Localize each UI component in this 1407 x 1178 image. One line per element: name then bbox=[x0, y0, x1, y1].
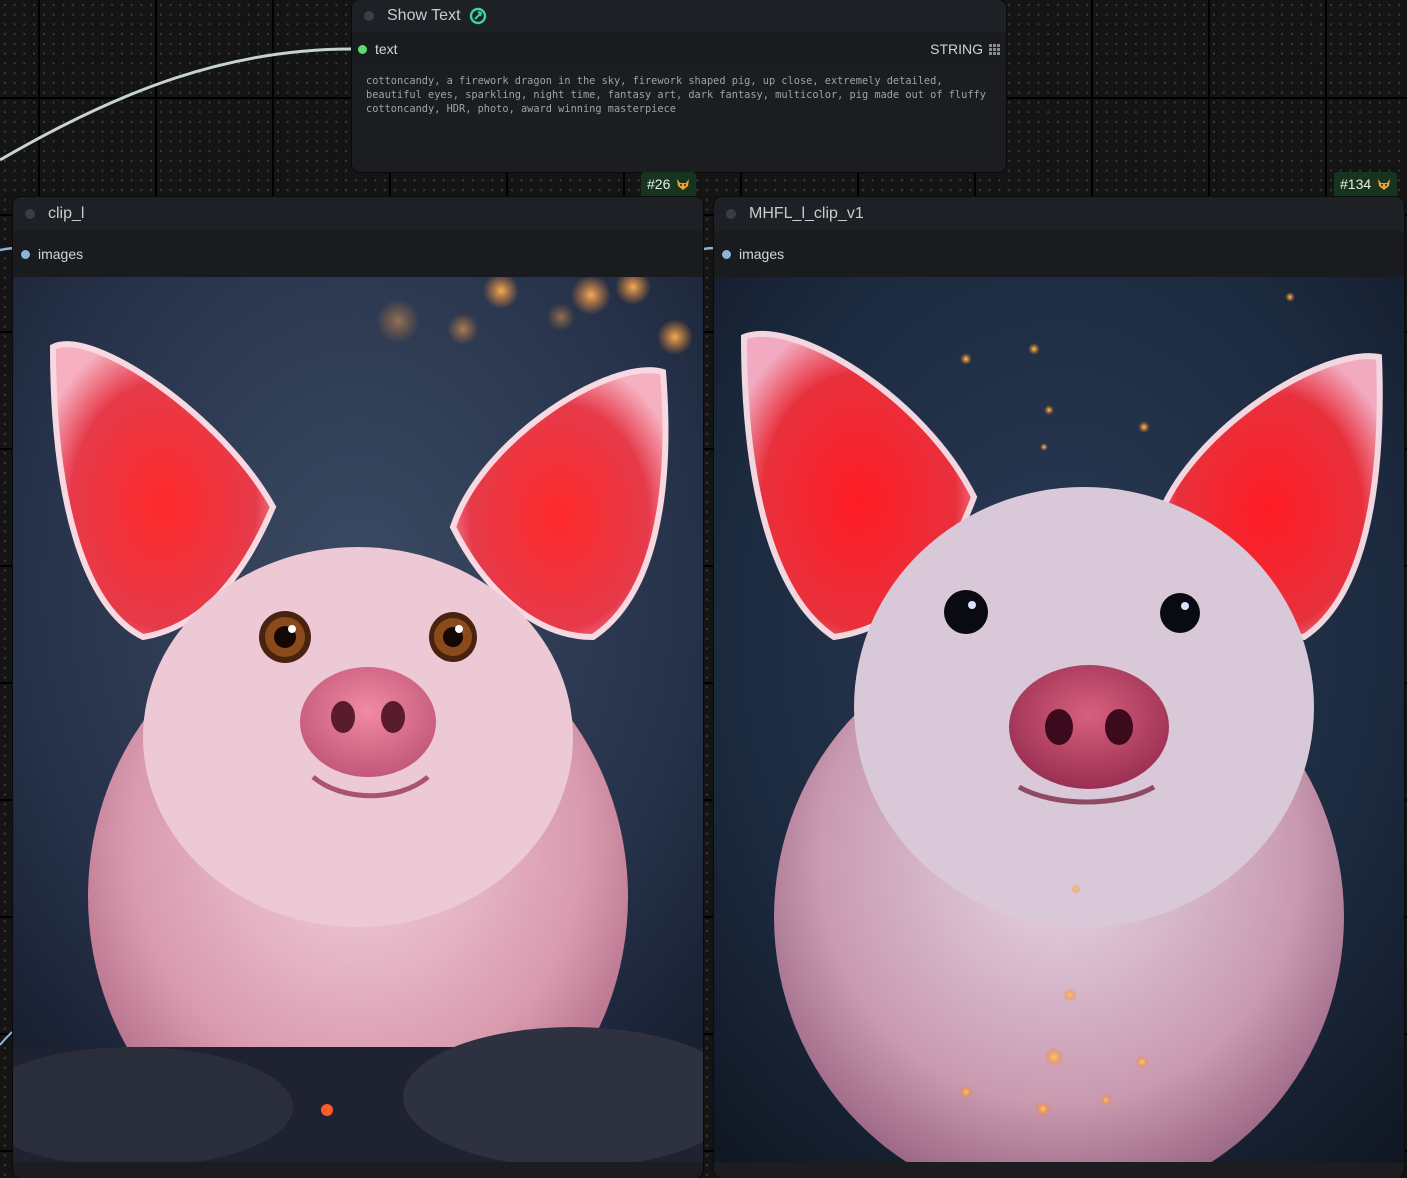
show-text-content[interactable]: cottoncandy, a firework dragon in the sk… bbox=[366, 74, 994, 164]
fox-icon bbox=[677, 179, 690, 190]
images-input-row: images bbox=[714, 231, 1404, 277]
text-input-socket[interactable] bbox=[358, 44, 367, 54]
fox-icon bbox=[1378, 179, 1391, 190]
images-input-label: images bbox=[739, 246, 785, 262]
string-output-type: STRING bbox=[930, 41, 1000, 57]
text-input-label: text bbox=[375, 41, 398, 57]
preview-node-title: clip_l bbox=[48, 205, 85, 222]
preview-node-header[interactable]: MHFL_l_clip_v1 bbox=[714, 197, 1404, 231]
preview-image[interactable] bbox=[13, 277, 703, 1162]
show-text-node-title: Show Text bbox=[387, 7, 461, 24]
text-input-row: text STRING bbox=[352, 32, 1006, 66]
pig-image-left bbox=[13, 277, 703, 1162]
node-id-label: #134 bbox=[1340, 176, 1372, 192]
grip-icon[interactable] bbox=[989, 43, 1000, 55]
collapse-dot-icon[interactable] bbox=[25, 209, 35, 219]
images-input-socket[interactable] bbox=[722, 249, 731, 259]
show-text-node[interactable]: Show Text text STRING cottoncandy, a fir… bbox=[352, 0, 1006, 172]
show-text-node-header[interactable]: Show Text bbox=[352, 0, 1006, 32]
images-input-label: images bbox=[38, 246, 84, 262]
preview-image[interactable] bbox=[714, 277, 1404, 1162]
pig-image-right bbox=[714, 277, 1404, 1162]
string-type-label: STRING bbox=[930, 41, 983, 57]
node-id-tag-26: #26 bbox=[641, 172, 697, 196]
preview-node-title: MHFL_l_clip_v1 bbox=[749, 205, 864, 222]
link-badge-icon bbox=[469, 7, 486, 25]
preview-image-node-left[interactable]: clip_l images bbox=[13, 197, 703, 1178]
collapse-dot-icon[interactable] bbox=[364, 11, 374, 21]
preview-node-header[interactable]: clip_l bbox=[13, 197, 703, 231]
images-input-socket[interactable] bbox=[21, 249, 30, 259]
images-input-row: images bbox=[13, 231, 703, 277]
collapse-dot-icon[interactable] bbox=[726, 209, 736, 219]
node-id-tag-134: #134 bbox=[1334, 172, 1398, 196]
node-id-label: #26 bbox=[647, 176, 671, 192]
offscreen-wire bbox=[0, 1031, 13, 1046]
text-input-wire bbox=[0, 47, 357, 162]
preview-image-node-right[interactable]: MHFL_l_clip_v1 images bbox=[714, 197, 1404, 1178]
